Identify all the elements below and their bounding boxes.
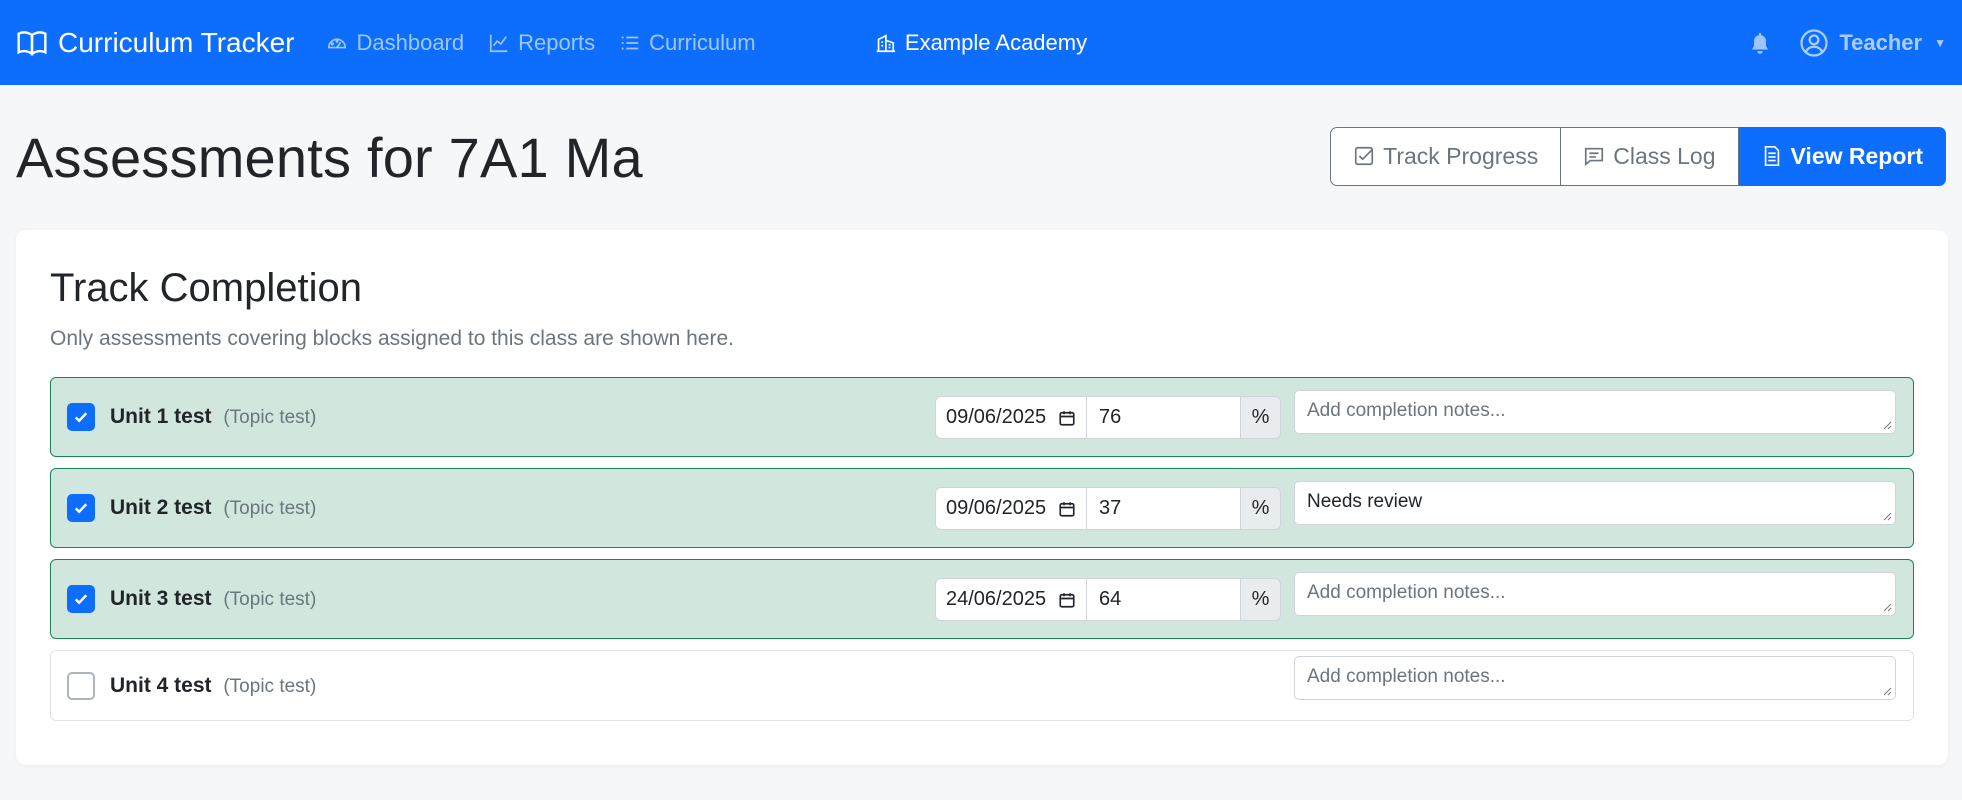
nav-curriculum-label: Curriculum <box>649 29 756 55</box>
chat-icon <box>1585 147 1604 166</box>
completion-notes-textarea[interactable]: Add completion notes... <box>1294 390 1896 434</box>
check-icon <box>74 594 88 605</box>
completion-input-group: 09/06/2025 37 % <box>935 487 1281 530</box>
check-icon <box>74 503 88 514</box>
notes-placeholder: Add completion notes... <box>1307 400 1506 421</box>
completed-checkbox[interactable] <box>67 671 95 700</box>
assessment-name: Unit 2 test <box>110 496 212 519</box>
score-value: 64 <box>1099 588 1122 610</box>
top-navbar: Curriculum Tracker Dashboard Reports Cur… <box>0 0 1962 85</box>
school-label: Example Academy <box>904 29 1088 55</box>
percent-addon: % <box>1241 578 1281 621</box>
completed-checkbox[interactable] <box>67 494 95 522</box>
bell-icon <box>1752 32 1768 54</box>
book-icon <box>17 30 47 56</box>
view-report-label: View Report <box>1790 142 1924 169</box>
graph-icon <box>490 34 508 52</box>
document-icon <box>1764 146 1779 166</box>
percent-addon: % <box>1241 396 1281 439</box>
resize-grip-icon[interactable] <box>1882 686 1892 696</box>
assessment-name: Unit 1 test <box>110 405 212 428</box>
calendar-icon <box>1059 410 1075 426</box>
notes-placeholder: Add completion notes... <box>1307 582 1506 603</box>
assessment-type: (Topic test) <box>223 675 317 697</box>
score-input[interactable]: 76 <box>1087 396 1241 439</box>
date-value: 09/06/2025 <box>946 406 1047 428</box>
check-square-icon <box>1355 146 1374 166</box>
score-value: 76 <box>1099 406 1122 428</box>
assessment-type: (Topic test) <box>223 407 317 428</box>
completion-date-input[interactable]: 24/06/2025 <box>935 578 1087 621</box>
completion-date-input[interactable]: 09/06/2025 <box>935 396 1087 439</box>
assessment-label: Unit 3 test (Topic test) <box>110 587 316 611</box>
assessment-row: Unit 2 test (Topic test) 09/06/2025 37 %… <box>50 468 1914 548</box>
view-report-button[interactable]: View Report <box>1738 126 1946 186</box>
assessment-row: Unit 4 test (Topic test) Add completion … <box>50 650 1914 721</box>
track-progress-label: Track Progress <box>1383 142 1539 169</box>
user-name: Teacher <box>1839 29 1923 55</box>
notifications-bell[interactable] <box>1747 30 1773 56</box>
track-progress-button[interactable]: Track Progress <box>1330 126 1562 186</box>
speedometer-icon <box>328 38 347 48</box>
completion-input-group: 09/06/2025 76 % <box>935 396 1281 439</box>
user-circle-icon <box>1800 28 1828 57</box>
building-icon <box>876 33 896 52</box>
track-completion-card: Track Completion Only assessments coveri… <box>16 230 1948 765</box>
assessment-name: Unit 3 test <box>110 587 212 610</box>
class-log-button[interactable]: Class Log <box>1561 126 1739 186</box>
brand-label: Curriculum Tracker <box>58 26 295 58</box>
nav-reports-label: Reports <box>518 29 596 55</box>
resize-grip-icon[interactable] <box>1882 511 1892 521</box>
percent-addon: % <box>1241 487 1281 530</box>
completion-notes-textarea[interactable]: Add completion notes... <box>1294 656 1896 700</box>
nav-reports[interactable]: Reports <box>488 30 595 56</box>
nav-dashboard[interactable]: Dashboard <box>326 30 464 56</box>
user-menu[interactable]: Teacher ▼ <box>1799 28 1946 58</box>
calendar-icon <box>1059 592 1075 608</box>
assessment-row: Unit 1 test (Topic test) 09/06/2025 76 %… <box>50 377 1914 457</box>
action-button-group: Track Progress Class Log View Report <box>1330 126 1946 186</box>
page-title: Assessments for 7A1 Ma <box>16 126 643 189</box>
assessment-label: Unit 4 test (Topic test) <box>110 674 316 698</box>
date-value: 09/06/2025 <box>946 497 1047 519</box>
class-log-label: Class Log <box>1613 142 1716 169</box>
completion-notes-textarea[interactable]: Needs review <box>1294 481 1896 525</box>
completion-notes-textarea[interactable]: Add completion notes... <box>1294 572 1896 616</box>
page-header: Assessments for 7A1 Ma Track Progress Cl… <box>0 85 1962 230</box>
nav-curriculum[interactable]: Curriculum <box>619 29 756 56</box>
nav-dashboard-label: Dashboard <box>356 29 465 55</box>
notes-value: Needs review <box>1307 491 1423 512</box>
list-icon <box>621 36 639 49</box>
assessment-name: Unit 4 test <box>110 673 212 697</box>
assessment-type: (Topic test) <box>223 498 317 519</box>
score-input[interactable]: 64 <box>1087 578 1241 621</box>
completion-input-group: 24/06/2025 64 % <box>935 578 1281 621</box>
check-icon <box>74 412 88 423</box>
completion-date-input[interactable]: 09/06/2025 <box>935 487 1087 530</box>
notes-placeholder: Add completion notes... <box>1307 666 1506 687</box>
assessment-label: Unit 1 test (Topic test) <box>110 405 316 429</box>
school-name: Example Academy <box>875 30 1087 56</box>
brand[interactable]: Curriculum Tracker <box>16 27 294 59</box>
resize-grip-icon[interactable] <box>1882 420 1892 430</box>
assessment-row: Unit 3 test (Topic test) 24/06/2025 64 %… <box>50 559 1914 639</box>
score-input[interactable]: 37 <box>1087 487 1241 530</box>
calendar-icon <box>1059 501 1075 517</box>
date-value: 24/06/2025 <box>946 588 1047 610</box>
score-value: 37 <box>1099 497 1122 519</box>
resize-grip-icon[interactable] <box>1882 602 1892 612</box>
card-title: Track Completion <box>50 266 362 310</box>
assessment-label: Unit 2 test (Topic test) <box>110 496 316 520</box>
card-subtitle: Only assessments covering blocks assigne… <box>50 327 734 350</box>
completed-checkbox[interactable] <box>67 403 95 431</box>
completed-checkbox[interactable] <box>67 585 95 613</box>
assessment-type: (Topic test) <box>223 589 317 610</box>
caret-down-icon: ▼ <box>1934 35 1946 50</box>
